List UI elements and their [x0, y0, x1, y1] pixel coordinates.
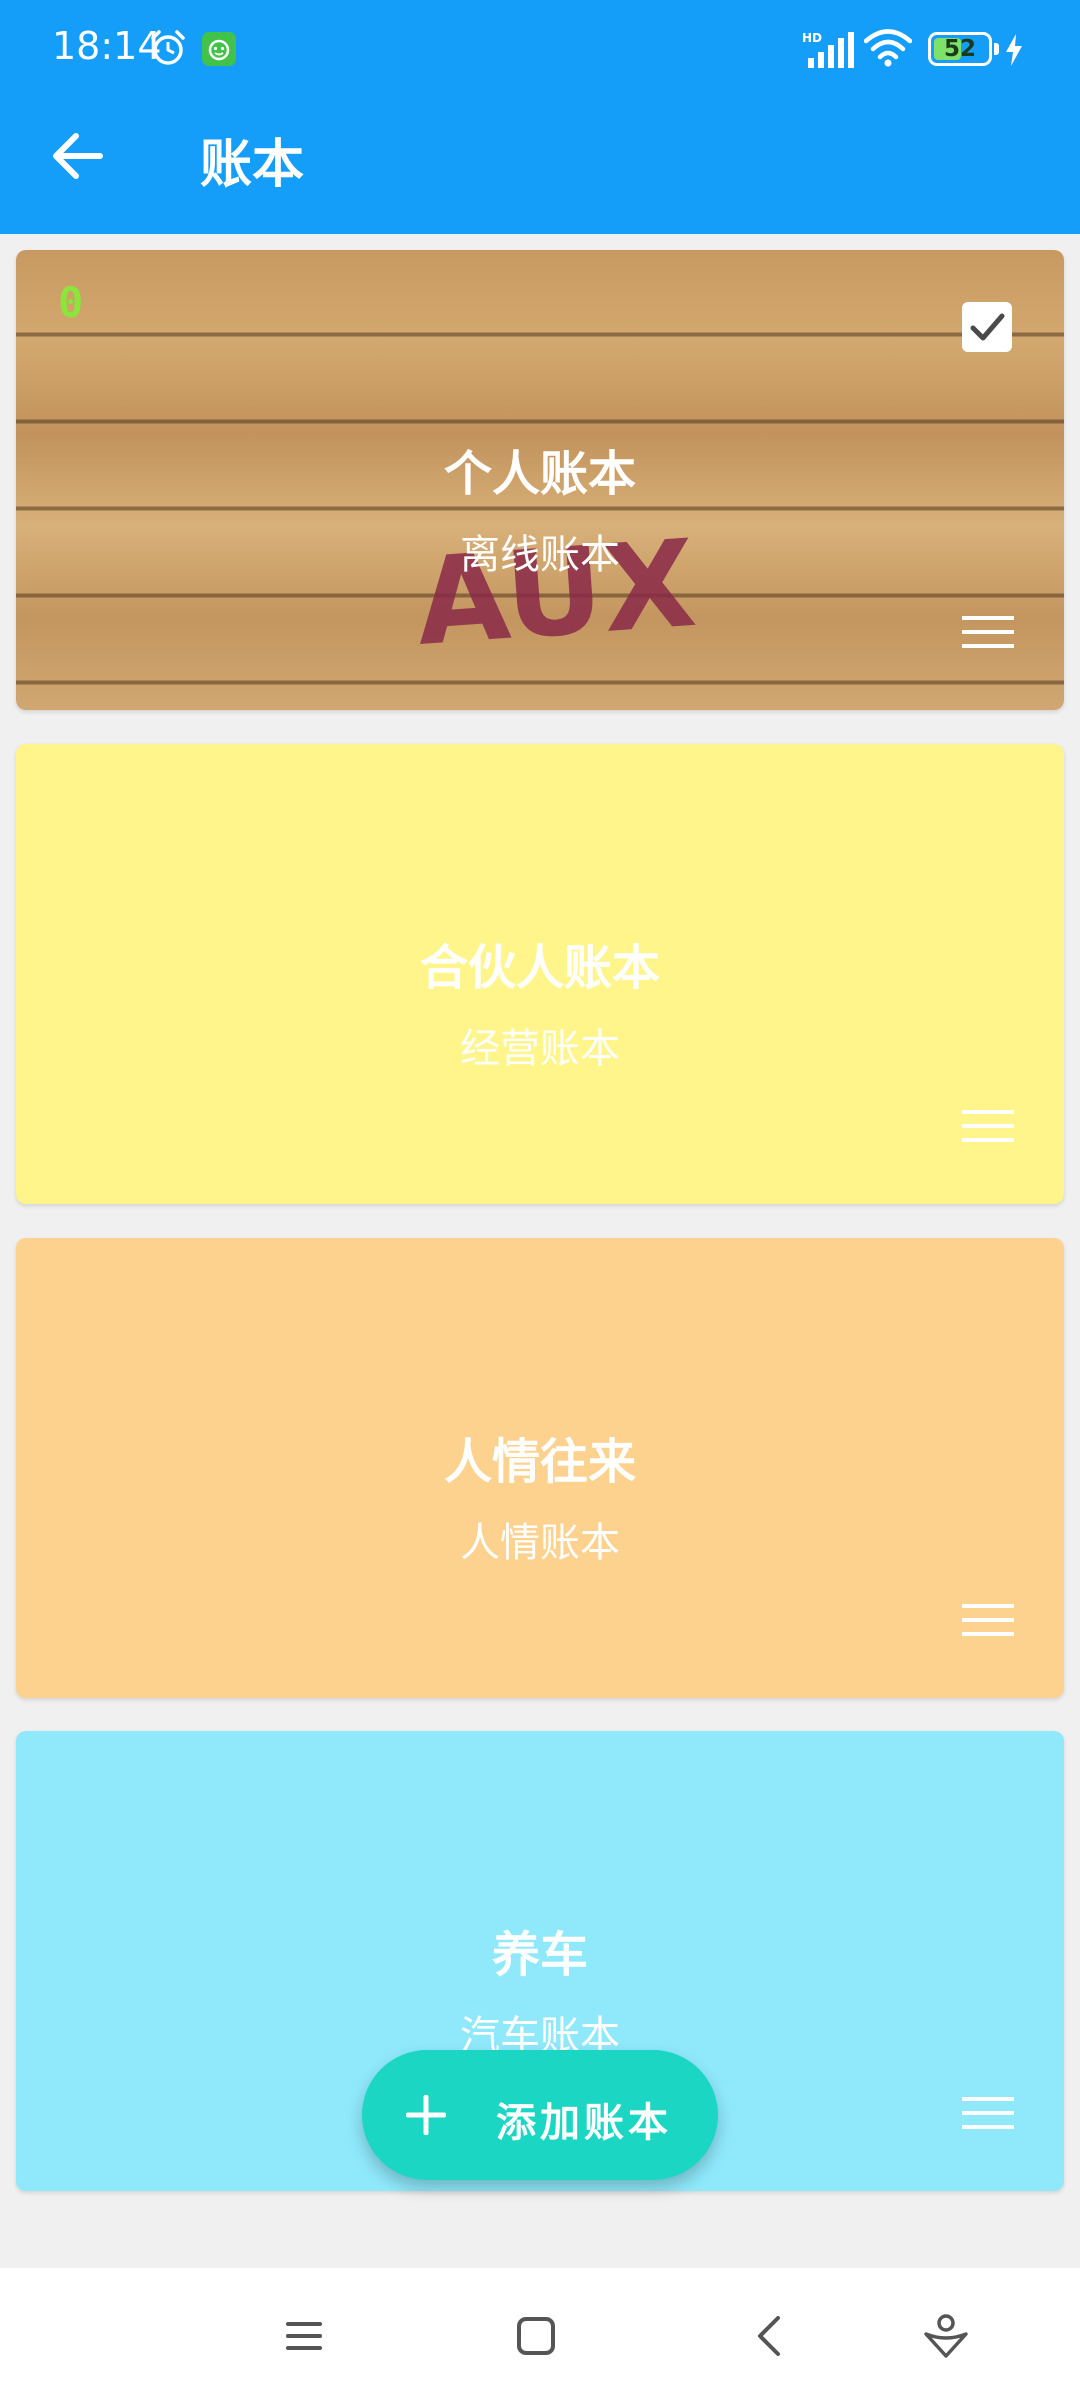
plus-icon — [406, 2095, 446, 2135]
status-time: 18:14 — [52, 24, 162, 68]
alarm-icon — [151, 30, 185, 65]
book-card-personal[interactable]: AUX 0 个人账本 离线账本 — [16, 250, 1064, 710]
status-bar: 18:14 HD 52 — [0, 0, 1080, 96]
back-icon[interactable] — [746, 2312, 794, 2360]
signal-icon: HD — [802, 31, 854, 68]
battery-percent: 52 — [943, 36, 976, 62]
book-title: 养车 — [491, 1927, 588, 1983]
book-title: 合伙人账本 — [419, 940, 660, 996]
book-menu-icon[interactable] — [962, 1106, 1014, 1146]
book-menu-icon[interactable] — [962, 1600, 1014, 1640]
charging-icon — [1006, 34, 1022, 66]
battery-indicator: 52 — [928, 32, 992, 66]
selected-checkbox[interactable] — [962, 302, 1012, 352]
check-icon — [970, 313, 1005, 341]
book-subtitle: 经营账本 — [460, 1026, 620, 1072]
book-menu-icon[interactable] — [962, 612, 1014, 652]
battery-cap — [994, 43, 999, 55]
book-card-partner[interactable]: 合伙人账本 经营账本 — [16, 744, 1064, 1204]
book-card-favors[interactable]: 人情往来 人情账本 — [16, 1238, 1064, 1698]
network-label: HD — [802, 31, 822, 45]
back-button[interactable] — [42, 120, 114, 192]
add-book-label: 添加账本 — [496, 2100, 672, 2146]
app-header: 18:14 HD 52 账本 — [0, 0, 1080, 234]
assistant-icon[interactable] — [922, 2312, 970, 2360]
wifi-icon — [864, 29, 912, 67]
page-title: 账本 — [200, 135, 305, 195]
book-title: 人情往来 — [443, 1434, 636, 1490]
book-subtitle: 离线账本 — [460, 532, 620, 578]
home-icon[interactable] — [512, 2312, 560, 2360]
book-subtitle: 人情账本 — [460, 1520, 620, 1566]
menu-icon[interactable] — [280, 2312, 328, 2360]
count-badge: 0 — [58, 278, 84, 327]
book-menu-icon[interactable] — [962, 2093, 1014, 2133]
system-nav-bar — [0, 2268, 1080, 2400]
add-book-button[interactable]: 添加账本 — [362, 2050, 718, 2180]
app-notification-icon — [202, 32, 236, 66]
book-title: 个人账本 — [443, 446, 636, 502]
